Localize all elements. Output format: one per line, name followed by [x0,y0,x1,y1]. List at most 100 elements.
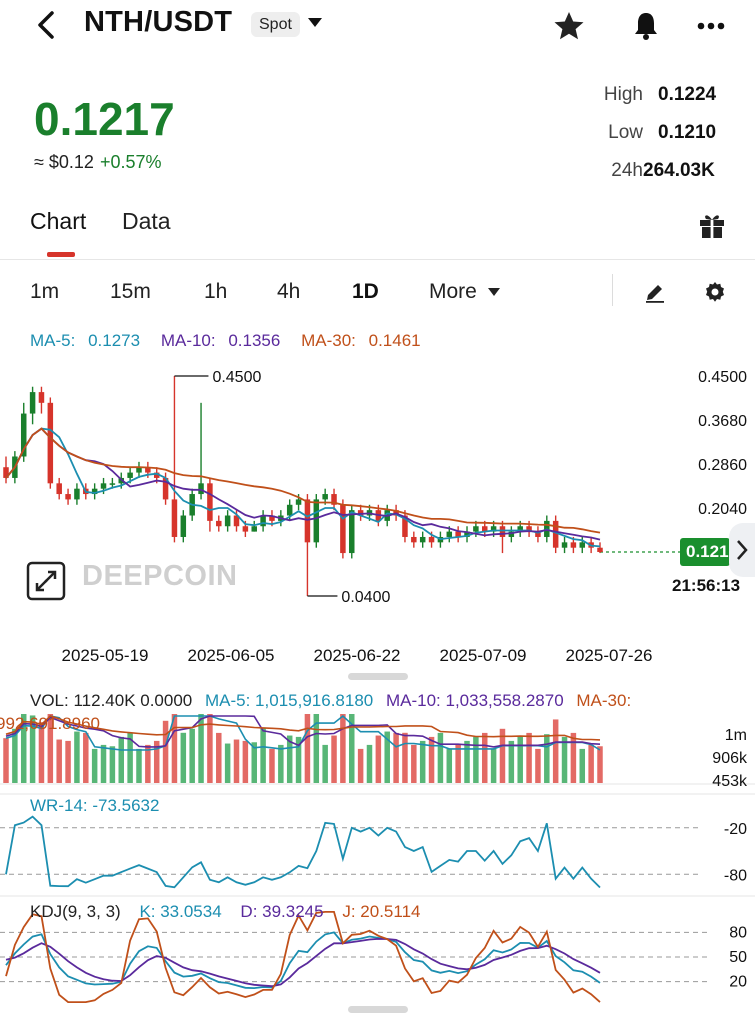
volume-bar [473,736,479,783]
candle-body [127,472,133,478]
candle-body [349,510,355,554]
chevron-right-icon[interactable] [729,523,755,577]
volume-bar [508,740,515,783]
volume-bar [366,744,373,783]
volume-bar [118,736,125,783]
candle-body [100,483,107,489]
kdj-pane: 80 50 20 [0,911,747,1003]
candle-body [242,526,249,532]
volume-bar [481,732,488,783]
volume-bar [428,736,435,783]
volume-bar [340,714,346,783]
kdj-j-line [5,911,601,1003]
kdj-j: J: 20.5114 [342,902,421,921]
kdj-axis-label: 20 [729,974,747,991]
volume-pane: 1m 906k 453k [0,714,755,790]
candle-body [473,526,479,532]
candle-body [419,536,426,543]
vol-ma30-value: 992,691.8960 [0,714,100,733]
candle-body [340,504,346,554]
low-marker-label: 0.0400 [341,589,390,606]
date-axis-label: 2025-06-22 [314,646,401,665]
candle-body [47,402,54,484]
price-axis-label: 0.4500 [698,369,747,386]
candle-body [597,547,603,552]
volume-bar [224,743,231,783]
candle-body [286,504,293,516]
price-axis-label: 0.3680 [698,413,747,430]
volume-axis-label: 453k [712,773,748,790]
candle-body [224,515,231,527]
volume-axis-label: 1m [725,727,747,744]
candle-body [322,494,328,500]
candle-body [561,542,568,548]
volume-bar [402,732,408,783]
volume-bar [136,748,142,783]
candle-body [499,526,506,537]
vol-ma5: MA-5: 1,015,916.8180 [205,691,374,710]
volume-bar [216,732,222,783]
candle-body [198,483,204,495]
volume-bar [74,731,80,783]
candle-body [295,499,302,505]
wr-axis-label: -20 [724,821,747,838]
current-price-tag: 0.1217 [680,538,730,566]
volume-bar [12,728,18,783]
volume-bar [322,744,328,783]
date-axis-label: 2025-05-19 [62,646,149,665]
volume-bar [100,744,107,783]
candle-body [260,515,266,527]
volume-bar [570,732,577,783]
volume-bar [588,744,594,783]
price-axis-label: 0.2860 [698,457,747,474]
volume-bar [535,748,541,783]
kdj-axis-label: 80 [729,924,747,941]
wr-label: WR-14: [30,796,88,815]
volume-bar [393,732,399,783]
candle-body [29,392,36,414]
vol-label: VOL: 112.40K 0.0000 [30,691,193,710]
date-axis-label: 2025-07-09 [440,646,527,665]
bottom-drag-handle[interactable] [348,1006,408,1013]
volume-bar [180,732,187,783]
volume-bar [83,732,89,783]
candle-body [216,520,222,527]
kdj-label: KDJ(9, 3, 3) [30,902,121,921]
date-axis-label: 2025-06-05 [188,646,275,665]
volume-bar [260,727,266,783]
volume-bar [278,744,284,783]
candle-body [65,494,71,500]
volume-bar [437,732,444,783]
date-axis-label: 2025-07-26 [566,646,653,665]
volume-bar [579,748,586,783]
candle-body [38,392,45,403]
kdj-legend: KDJ(9, 3, 3) K: 33.0534 D: 39.3245 J: 20… [30,902,420,922]
candle-body [74,488,80,500]
volume-bar [269,748,275,783]
ma30-line [5,427,601,534]
volume-bar [65,740,71,783]
volume-bar [517,736,523,783]
candle-body [180,515,187,537]
watermark-text: DEEPCOIN [82,560,238,592]
volume-bar [109,746,116,783]
candle-body [570,542,577,548]
kdj-k: K: 33.0534 [139,902,222,921]
pane-resize-handle[interactable] [348,673,408,680]
candle-body [313,499,320,543]
kdj-d: D: 39.3245 [240,902,324,921]
candle-body [109,483,116,485]
volume-bar [357,748,364,783]
volume-bar [242,740,249,783]
volume-bar [544,734,550,783]
volume-bar [597,746,603,783]
volume-bar [162,720,169,783]
kdj-k-line [5,931,601,990]
volume-bar [561,736,568,783]
volume-bar [189,728,195,783]
kline-chart[interactable]: 0.4500 0.3680 0.2860 0.2040 0.4500 0.0400 2025… [0,0,755,1024]
candle-body [304,499,311,543]
volume-bar [419,740,426,783]
fullscreen-icon[interactable] [26,561,66,601]
kdj-axis-label: 50 [729,949,747,966]
